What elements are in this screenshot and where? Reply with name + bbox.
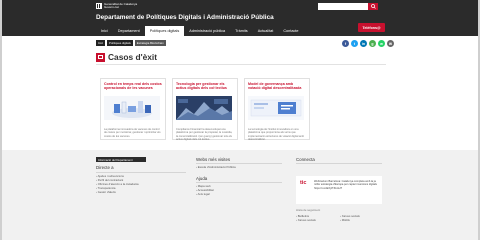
department-info-button[interactable]: Informació del Departament bbox=[96, 157, 146, 162]
linkedin-icon[interactable]: in bbox=[360, 40, 367, 47]
footer-divider bbox=[196, 163, 282, 164]
search-input[interactable] bbox=[318, 3, 368, 10]
card-image bbox=[176, 96, 232, 120]
page-title: Casos d'èxit bbox=[108, 52, 158, 62]
footer-heading-ajuda: Ajuda bbox=[196, 176, 208, 181]
social-share: f t in g w ✉ bbox=[342, 40, 394, 47]
footer-list-connecta-right: Xarxes socials Mòbils bbox=[340, 214, 360, 222]
footer-link[interactable]: Mòbils bbox=[340, 218, 360, 222]
tic-news-text: Webinarium Barcelona: Catalunya completa… bbox=[314, 180, 377, 190]
title-icon bbox=[96, 52, 105, 62]
breadcrumb-item-inici[interactable]: Inici bbox=[96, 40, 105, 46]
nav-item-contacte[interactable]: Contacte bbox=[278, 26, 303, 36]
site-title[interactable]: Departament de Polítiques Digitals i Adm… bbox=[96, 14, 274, 21]
tic-logo: tic bbox=[300, 180, 307, 186]
nav-item-actualitat[interactable]: Actualitat bbox=[253, 26, 279, 36]
main-nav: Inici Departament Polítiques digitals Ad… bbox=[2, 26, 304, 36]
nav-item-departament[interactable]: Departament bbox=[113, 26, 145, 36]
card-image bbox=[104, 96, 160, 120]
footer-list-webs: Escola d'Administració Pública bbox=[196, 165, 236, 169]
breadcrumb-item-current: Estratègia Blockchain bbox=[134, 40, 166, 46]
footer-list-connecta-left: Butlletins Xarxes socials bbox=[296, 214, 316, 222]
card-text: Compliance Financial ha desenvolupat una… bbox=[176, 128, 233, 141]
facebook-icon[interactable]: f bbox=[342, 40, 349, 47]
nav-item-politiques-digitals[interactable]: Polítiques digitals bbox=[144, 26, 185, 36]
footer-heading-directe: Directe a bbox=[96, 165, 114, 170]
share-icon[interactable]: g bbox=[369, 40, 376, 47]
card-title[interactable]: Control en temps real dels costos operac… bbox=[104, 82, 162, 95]
header: Generalitat de Catalunya Govern.cat Depa… bbox=[2, 0, 478, 36]
generalitat-logo[interactable]: Generalitat de Catalunya Govern.cat bbox=[96, 3, 140, 9]
twitter-icon[interactable]: t bbox=[351, 40, 358, 47]
search-icon bbox=[370, 4, 376, 9]
footer-link[interactable]: Escola d'Administració Pública bbox=[196, 165, 236, 169]
follow-list-label: Llista de seguiment bbox=[296, 208, 321, 212]
nav-item-tramits[interactable]: Tràmits bbox=[230, 26, 253, 36]
nav-item-inici[interactable]: Inici bbox=[96, 26, 113, 36]
case-card-vaccines[interactable]: Control en temps real dels costos operac… bbox=[100, 78, 166, 140]
footer: Informació del Departament Directe a Aju… bbox=[2, 150, 478, 240]
nav-item-administracio-publica[interactable]: Administració pública bbox=[184, 26, 230, 36]
card-image bbox=[248, 96, 304, 120]
footer-list-ajuda: Mapa web Accessibilitat Avís legal bbox=[196, 184, 214, 196]
footer-link[interactable]: Gestor d'alerts bbox=[96, 190, 139, 194]
footer-heading-connecta: Connecta bbox=[296, 157, 315, 162]
page: Generalitat de Catalunya Govern.cat Depa… bbox=[2, 0, 478, 240]
breadcrumb: Inici Polítiques digitals Estratègia Blo… bbox=[96, 40, 166, 46]
generalitat-icon bbox=[96, 3, 102, 9]
card-text: La plataforma innovadora de vacunes de c… bbox=[104, 128, 161, 138]
search-button[interactable] bbox=[368, 3, 378, 10]
footer-divider bbox=[96, 172, 186, 173]
footer-list-directe: Ajudes i subvencions Perfil del contract… bbox=[96, 174, 139, 194]
footer-link[interactable]: Xarxes socials bbox=[296, 218, 316, 222]
card-text: La tecnologia de l'institut innovadora e… bbox=[248, 128, 305, 141]
breadcrumb-item-politiques[interactable]: Polítiques digitals bbox=[106, 40, 133, 46]
card-title[interactable]: Model de governança amb votació digital … bbox=[248, 82, 306, 95]
whatsapp-icon[interactable]: w bbox=[378, 40, 385, 47]
tic-news-box[interactable]: tic Webinarium Barcelona: Catalunya comp… bbox=[296, 176, 382, 204]
card-title[interactable]: Tecnologia per gestionar els actius digi… bbox=[176, 82, 234, 95]
footer-divider bbox=[196, 182, 282, 183]
title-divider bbox=[96, 64, 386, 65]
telefons-button[interactable]: Telèfons@ bbox=[358, 23, 385, 32]
footer-divider bbox=[296, 163, 382, 164]
footer-link[interactable]: Avís legal bbox=[196, 192, 214, 196]
case-card-digital-assets[interactable]: Tecnologia per gestionar els actius digi… bbox=[172, 78, 238, 141]
page-title-wrap: Casos d'èxit bbox=[96, 52, 157, 62]
logo-text: Generalitat de Catalunya Govern.cat bbox=[104, 2, 138, 9]
email-icon[interactable]: ✉ bbox=[387, 40, 394, 47]
case-card-governance[interactable]: Model de governança amb votació digital … bbox=[244, 78, 310, 141]
footer-heading-webs: Webs més visites bbox=[196, 157, 231, 162]
